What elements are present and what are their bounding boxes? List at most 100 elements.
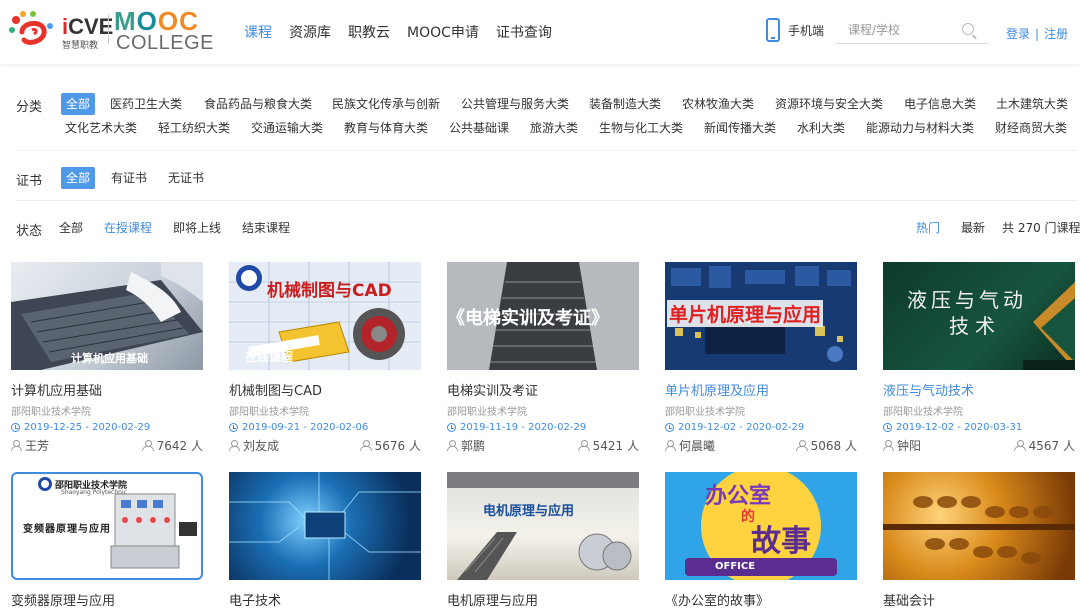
thumbnail-caption-line2: 故事 <box>751 524 811 559</box>
course-card[interactable]: 液压与气动 技术 液压与气动技术 邵阳职业技术学院 2019-12-02 - 2… <box>883 262 1075 454</box>
course-school: 邵阳职业技术学院 <box>665 407 745 418</box>
nav-courses[interactable]: 课程 <box>244 22 272 42</box>
course-thumbnail[interactable]: 机械制图与CAD 在线课程 <box>229 262 421 370</box>
category-chip[interactable]: 水利大类 <box>797 117 845 139</box>
icve-logo[interactable]: iCVE 智慧职教 <box>8 8 113 52</box>
icve-brand-text: iCVE <box>62 14 114 39</box>
status-chip-ongoing[interactable]: 在授课程 <box>104 217 152 239</box>
certificate-chip-all[interactable]: 全部 <box>61 167 96 189</box>
certificate-filter-label: 证书 <box>16 174 43 189</box>
motor-illustration <box>447 472 639 580</box>
category-chip[interactable]: 旅游大类 <box>530 117 578 139</box>
course-thumbnail[interactable]: 办公室 的 故事 OFFICE <box>665 472 857 580</box>
course-thumbnail[interactable]: 计算机应用基础 <box>11 262 203 370</box>
students-icon <box>359 440 372 451</box>
register-link[interactable]: 注册 <box>1044 27 1068 41</box>
course-card[interactable]: 基础会计 <box>883 472 1075 609</box>
category-chip[interactable]: 民族文化传承与创新 <box>332 93 440 115</box>
course-title[interactable]: 液压与气动技术 <box>883 380 1075 399</box>
course-card[interactable]: 单片机原理与应用 单片机原理及应用 邵阳职业技术学院 2019-12-02 - … <box>665 262 857 454</box>
category-chip[interactable]: 能源动力与材料大类 <box>866 117 974 139</box>
filter-divider <box>16 150 1078 151</box>
status-chip-all[interactable]: 全部 <box>59 217 83 239</box>
icve-subtitle: 智慧职教 <box>62 41 99 51</box>
course-card[interactable]: 机械制图与CAD 在线课程 机械制图与CAD 邵阳职业技术学院 2019-09-… <box>229 262 421 454</box>
course-title[interactable]: 基础会计 <box>883 590 1075 609</box>
search-icon[interactable] <box>962 23 974 35</box>
course-card[interactable]: 邵阳职业技术学院 Shaoyang Polytechnic 变频器原理与应用 变… <box>11 472 203 609</box>
certificate-chip-with[interactable]: 有证书 <box>111 167 147 189</box>
course-thumbnail[interactable]: 单片机原理与应用 <box>665 262 857 370</box>
course-card[interactable]: 办公室 的 故事 OFFICE 《办公室的故事》 <box>665 472 857 609</box>
course-date-text: 2019-11-19 - 2020-02-29 <box>460 422 587 433</box>
course-title[interactable]: 《办公室的故事》 <box>665 590 857 609</box>
clock-icon <box>665 423 674 432</box>
mobile-app-link[interactable]: 手机端 <box>766 18 824 42</box>
course-date: 2019-12-02 - 2020-03-31 <box>883 422 1075 433</box>
course-meta: 王芳 7642 人 <box>11 437 203 454</box>
nav-mooc-apply[interactable]: MOOC申请 <box>407 22 479 42</box>
course-school: 邵阳职业技术学院 <box>11 407 91 418</box>
course-title[interactable]: 计算机应用基础 <box>11 380 203 399</box>
course-card[interactable]: 电机原理与应用 电机原理与应用 <box>447 472 639 609</box>
status-chip-ended[interactable]: 结束课程 <box>242 217 290 239</box>
course-teacher: 王芳 <box>25 439 50 453</box>
course-thumbnail[interactable]: 《电梯实训及考证》 <box>447 262 639 370</box>
course-thumbnail[interactable]: 邵阳职业技术学院 Shaoyang Polytechnic 变频器原理与应用 <box>11 472 203 580</box>
mooc-college-logo[interactable]: MOOC COLLEGE <box>114 6 224 54</box>
certificate-chip-without[interactable]: 无证书 <box>168 167 204 189</box>
course-thumbnail[interactable] <box>883 472 1075 580</box>
category-chip[interactable]: 生物与化工大类 <box>599 117 683 139</box>
logo-divider <box>108 14 109 44</box>
course-thumbnail[interactable] <box>229 472 421 580</box>
category-chip[interactable]: 电子信息大类 <box>904 93 976 115</box>
icve-logo-mark <box>9 11 53 45</box>
status-chip-upcoming[interactable]: 即将上线 <box>173 217 221 239</box>
clock-icon <box>883 423 892 432</box>
mooc-college-text: COLLEGE <box>116 32 214 54</box>
category-chip[interactable]: 农林牧渔大类 <box>682 93 754 115</box>
category-chip[interactable]: 装备制造大类 <box>589 93 661 115</box>
category-chip[interactable]: 教育与体育大类 <box>344 117 428 139</box>
course-title[interactable]: 单片机原理及应用 <box>665 380 857 399</box>
course-thumbnail[interactable]: 液压与气动 技术 <box>883 262 1075 370</box>
teacher-icon <box>11 440 22 451</box>
category-chip[interactable]: 食品药品与粮食大类 <box>204 93 312 115</box>
category-chip[interactable]: 土木建筑大类 <box>996 93 1068 115</box>
sort-newest[interactable]: 最新 <box>961 217 985 239</box>
sort-hot[interactable]: 热门 <box>916 217 940 239</box>
category-chip[interactable]: 公共管理与服务大类 <box>461 93 569 115</box>
nav-certificate-query[interactable]: 证书查询 <box>496 22 552 42</box>
course-teacher: 郭鹏 <box>461 439 486 453</box>
nav-resource-library[interactable]: 资源库 <box>289 22 331 42</box>
thumbnail-caption-line2: 技术 <box>949 314 1001 338</box>
category-chip[interactable]: 财经商贸大类 <box>995 117 1067 139</box>
clock-icon <box>447 423 456 432</box>
course-title[interactable]: 电机原理与应用 <box>447 590 639 609</box>
course-title[interactable]: 电子技术 <box>229 590 421 609</box>
course-thumbnail[interactable]: 电机原理与应用 <box>447 472 639 580</box>
category-chip[interactable]: 资源环境与安全大类 <box>775 93 883 115</box>
course-school: 邵阳职业技术学院 <box>229 407 309 418</box>
course-card[interactable]: 《电梯实训及考证》 电梯实训及考证 邵阳职业技术学院 2019-11-19 - … <box>447 262 639 454</box>
course-card[interactable]: 电子技术 <box>229 472 421 609</box>
category-chip[interactable]: 新闻传播大类 <box>704 117 776 139</box>
thumbnail-caption: 计算机应用基础 <box>71 352 148 365</box>
search-input[interactable] <box>836 18 956 42</box>
nav-vocational-cloud[interactable]: 职教云 <box>348 22 390 42</box>
category-chip[interactable]: 文化艺术大类 <box>65 117 137 139</box>
course-title[interactable]: 电梯实训及考证 <box>447 380 639 399</box>
course-title[interactable]: 机械制图与CAD <box>229 380 421 399</box>
category-chip[interactable]: 轻工纺织大类 <box>158 117 230 139</box>
course-teacher: 钟阳 <box>897 439 922 453</box>
login-link[interactable]: 登录 <box>1006 27 1030 41</box>
auth-separator: | <box>1035 27 1040 41</box>
category-chip-all[interactable]: 全部 <box>61 93 96 115</box>
category-chip[interactable]: 交通运输大类 <box>251 117 323 139</box>
category-chip[interactable]: 医药卫生大类 <box>110 93 182 115</box>
course-student-count: 5676 人 <box>374 439 421 453</box>
course-title[interactable]: 变频器原理与应用 <box>11 590 203 609</box>
category-chip[interactable]: 公共基础课 <box>449 117 509 139</box>
thumbnail-caption: 电机原理与应用 <box>483 504 575 519</box>
course-card[interactable]: 计算机应用基础 计算机应用基础 邵阳职业技术学院 2019-12-25 - 20… <box>11 262 203 454</box>
